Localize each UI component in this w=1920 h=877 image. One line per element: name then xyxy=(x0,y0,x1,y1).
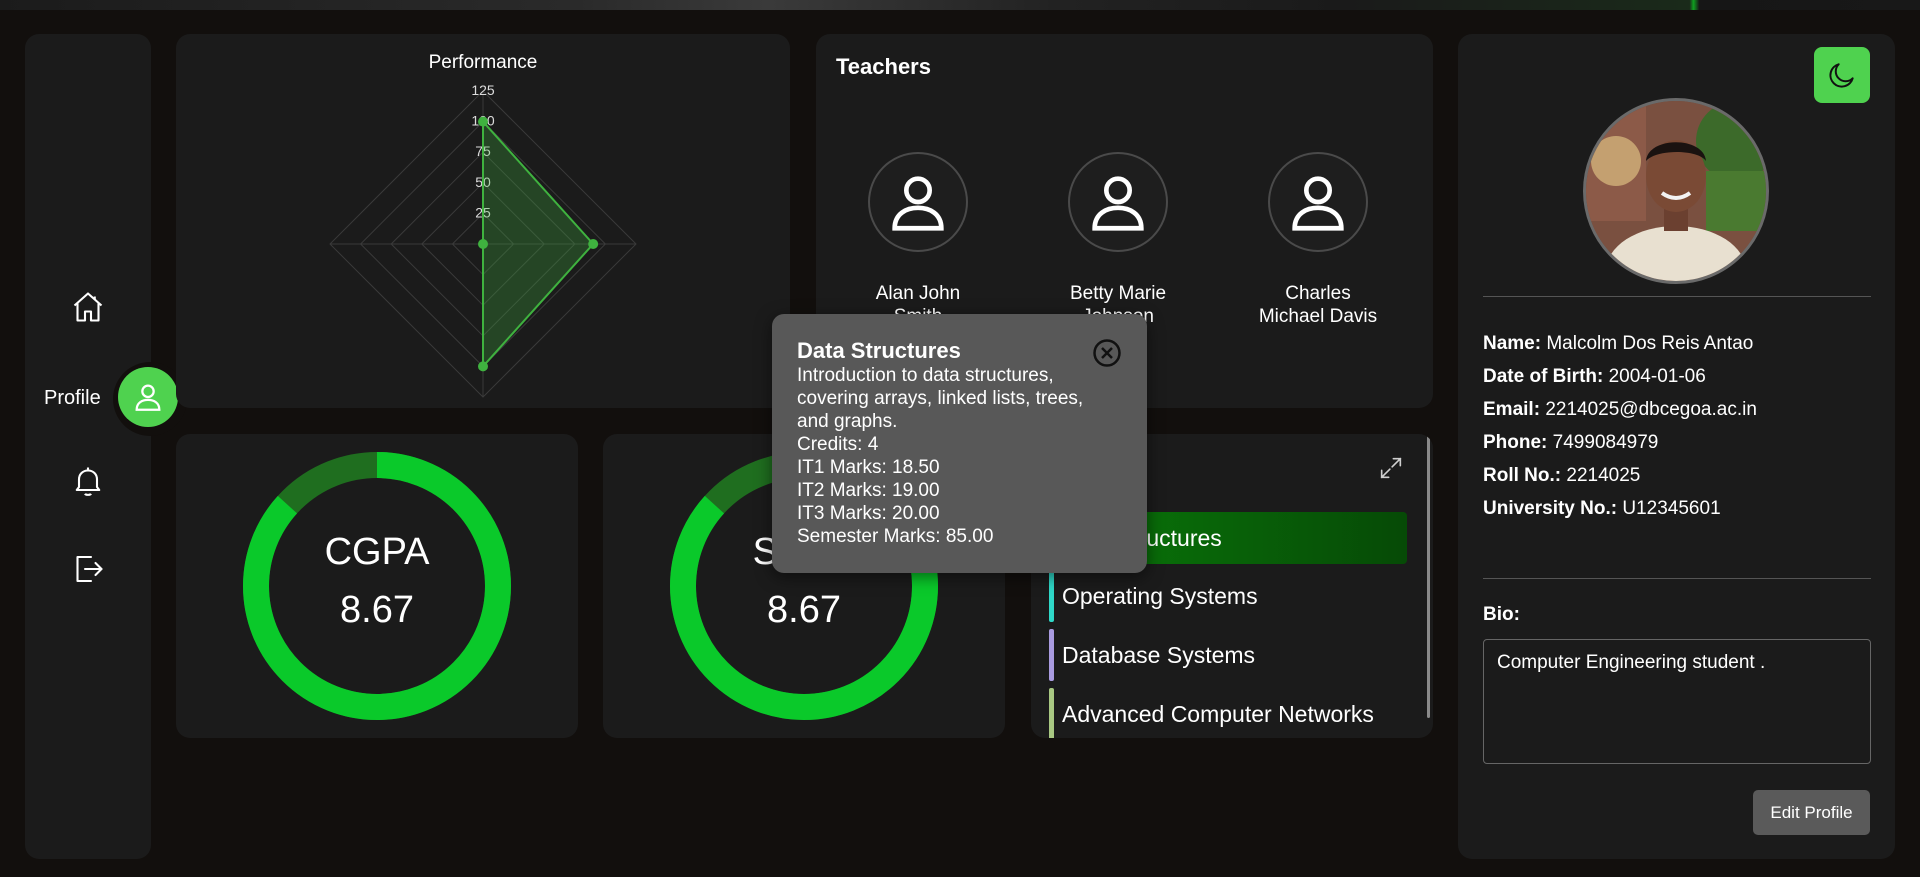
sidebar xyxy=(25,34,151,859)
profile-univ-row: University No.: U12345601 xyxy=(1483,498,1721,520)
profile-name: Malcolm Dos Reis Antao xyxy=(1546,333,1754,354)
teacher-name-line: Charles xyxy=(1285,283,1351,304)
radar-point[interactable] xyxy=(478,116,488,127)
bio-field[interactable]: Computer Engineering student . xyxy=(1483,639,1871,764)
profile-email: 2214025@dbcegoa.ac.in xyxy=(1545,399,1757,420)
profile-photo xyxy=(1583,98,1769,284)
popup-it3-marks: IT3 Marks: 20.00 xyxy=(797,503,940,524)
cgpa-card: CGPA 8.67 xyxy=(176,434,578,738)
popup-description: and graphs. xyxy=(797,411,898,432)
subject-item[interactable]: Database Systems xyxy=(1049,629,1407,681)
teacher-avatar xyxy=(1268,152,1368,252)
moon-icon xyxy=(1829,63,1854,88)
subject-details-popup: Data Structures Introduction to data str… xyxy=(772,314,1147,573)
subject-color-bar xyxy=(1049,688,1054,738)
popup-credits: Credits: 4 xyxy=(797,434,879,455)
popup-it1-marks: IT1 Marks: 18.50 xyxy=(797,457,940,478)
univ-label: University No.: xyxy=(1483,498,1618,519)
subject-item[interactable]: Advanced Computer Networks xyxy=(1049,688,1407,738)
subject-name: Database Systems xyxy=(1062,641,1256,668)
teacher-avatar xyxy=(1068,152,1168,252)
user-icon xyxy=(1292,176,1344,231)
teacher-name-line: Alan John xyxy=(875,283,961,304)
roll-label: Roll No.: xyxy=(1483,465,1562,486)
top-strip xyxy=(0,0,1920,10)
profile-roll: 2214025 xyxy=(1566,465,1641,486)
popup-semester-marks: Semester Marks: 85.00 xyxy=(797,526,994,547)
profile-dob-row: Date of Birth: 2004-01-06 xyxy=(1483,366,1706,388)
dob-label: Date of Birth: xyxy=(1483,366,1604,387)
subject-name: Advanced Computer Networks xyxy=(1062,700,1374,727)
profile-phone-row: Phone: 7499084979 xyxy=(1483,432,1658,454)
profile-name-row: Name: Malcolm Dos Reis Antao xyxy=(1483,333,1753,355)
bio-label: Bio: xyxy=(1483,604,1520,625)
logout-icon[interactable] xyxy=(70,551,106,587)
profile-phone: 7499084979 xyxy=(1552,432,1659,453)
profile-roll-row: Roll No.: 2214025 xyxy=(1483,465,1640,487)
subject-name: Operating Systems xyxy=(1062,582,1258,609)
popup-description: Introduction to data structures, xyxy=(797,365,1054,386)
profile-nav-button[interactable] xyxy=(118,367,178,427)
cgpa-label: CGPA xyxy=(324,531,430,573)
subject-color-bar xyxy=(1049,629,1054,681)
popup-it2-marks: IT2 Marks: 19.00 xyxy=(797,480,940,501)
popup-title: Data Structures xyxy=(797,338,961,363)
sgpa-value: 8.67 xyxy=(767,589,841,631)
teacher-name-line: Betty Marie xyxy=(1069,283,1167,304)
teacher-card[interactable]: Betty Marie Johnson xyxy=(1023,152,1213,328)
performance-card: Performance 255075100125 xyxy=(176,34,790,408)
cgpa-value: 8.67 xyxy=(340,589,414,631)
divider xyxy=(1483,296,1871,297)
close-icon[interactable] xyxy=(1092,338,1122,368)
home-icon[interactable] xyxy=(70,289,106,325)
bell-icon[interactable] xyxy=(70,463,106,499)
radar-tick-label: 125 xyxy=(471,82,495,98)
theme-toggle-button[interactable] xyxy=(1814,47,1870,103)
profile-univ: U12345601 xyxy=(1622,498,1721,519)
email-label: Email: xyxy=(1483,399,1541,420)
popup-description: covering arrays, linked lists, trees, xyxy=(797,388,1084,409)
teacher-avatar xyxy=(868,152,968,252)
radar-point[interactable] xyxy=(478,361,488,372)
divider xyxy=(1483,578,1871,579)
cgpa-gauge xyxy=(243,452,511,720)
radar-series-area xyxy=(482,118,595,370)
user-icon xyxy=(135,384,161,411)
profile-nav-label: Profile xyxy=(44,387,101,409)
radar-point[interactable] xyxy=(588,239,599,249)
teacher-card[interactable]: Alan John Smith xyxy=(823,152,1013,328)
user-icon xyxy=(892,176,944,231)
subject-color-bar xyxy=(1049,570,1054,622)
teachers-title: Teachers xyxy=(836,54,931,79)
phone-label: Phone: xyxy=(1483,432,1548,453)
teacher-card[interactable]: Charles Michael Davis xyxy=(1223,152,1413,328)
user-icon xyxy=(1092,176,1144,231)
teacher-name-line: Michael Davis xyxy=(1258,306,1378,327)
radar-point[interactable] xyxy=(478,239,488,249)
expand-icon[interactable] xyxy=(1377,454,1405,482)
profile-dob: 2004-01-06 xyxy=(1608,366,1706,387)
subject-item[interactable]: Operating Systems xyxy=(1049,570,1407,622)
edit-profile-button[interactable]: Edit Profile xyxy=(1753,790,1870,835)
teacher-name: Charles Michael Davis xyxy=(1223,282,1413,328)
radar-chart: 255075100125 xyxy=(329,82,637,398)
profile-panel: Name: Malcolm Dos Reis Antao Date of Bir… xyxy=(1458,34,1895,859)
profile-email-row: Email: 2214025@dbcegoa.ac.in xyxy=(1483,399,1757,421)
scrollbar[interactable] xyxy=(1427,436,1430,718)
name-label: Name: xyxy=(1483,333,1542,354)
